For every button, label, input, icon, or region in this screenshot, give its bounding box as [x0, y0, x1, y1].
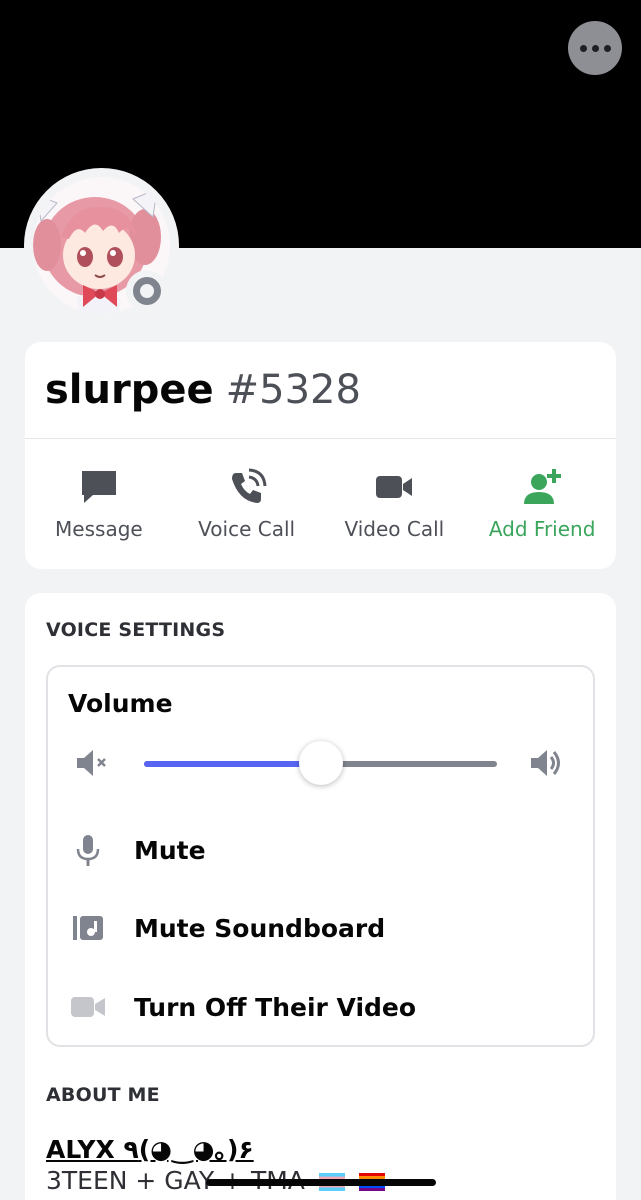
video-camera-icon	[376, 475, 413, 498]
video-camera-icon	[68, 987, 108, 1027]
mute-soundboard-option[interactable]: Mute Soundboard	[48, 900, 593, 956]
username-row: slurpee #5328	[25, 342, 616, 439]
microphone-icon-svg	[76, 835, 100, 866]
soundboard-icon-svg	[73, 916, 103, 940]
volume-slider[interactable]	[144, 741, 497, 785]
volume-slider-thumb[interactable]	[298, 741, 343, 785]
mute-soundboard-label: Mute Soundboard	[134, 913, 386, 943]
volume-label: Volume	[68, 689, 173, 718]
about-me-name: ALYX ٩(◕‿◕｡)۶	[46, 1135, 254, 1164]
profile-card: slurpee #5328 Message Voice Call Video C…	[25, 342, 616, 569]
home-indicator[interactable]	[206, 1179, 436, 1186]
discriminator: #5328	[225, 367, 361, 413]
soundboard-icon	[68, 908, 108, 948]
speaker-muted-icon[interactable]	[74, 745, 110, 781]
mute-option[interactable]: Mute	[48, 822, 593, 878]
message-label: Message	[55, 516, 143, 541]
message-button[interactable]: Message	[25, 439, 173, 568]
video-camera-icon-svg	[71, 997, 105, 1017]
more-icon	[579, 44, 587, 52]
more-icon-dot	[591, 44, 599, 52]
turn-off-video-option[interactable]: Turn Off Their Video	[48, 979, 593, 1035]
about-me-heading: ABOUT ME	[46, 1084, 160, 1106]
mute-label: Mute	[134, 835, 206, 865]
microphone-icon	[68, 830, 108, 870]
settings-card: VOICE SETTINGS Volume Mute Mute Soundboa…	[25, 593, 616, 1200]
offline-ring	[133, 277, 161, 305]
voice-call-label: Voice Call	[198, 516, 296, 541]
status-indicator-offline	[126, 270, 168, 312]
person-add-icon	[524, 468, 562, 504]
voice-call-button[interactable]: Voice Call	[173, 439, 321, 568]
chat-bubble-icon	[81, 470, 116, 503]
add-friend-button[interactable]: Add Friend	[468, 439, 616, 568]
voice-settings-heading: VOICE SETTINGS	[46, 619, 226, 641]
more-icon-dot	[603, 44, 611, 52]
turn-off-video-label: Turn Off Their Video	[134, 992, 417, 1022]
username: slurpee	[45, 367, 214, 413]
volume-slider-fill	[144, 761, 321, 767]
phone-call-icon	[231, 468, 267, 503]
voice-settings-box: Volume Mute Mute Soundboard Turn Off The…	[46, 665, 595, 1047]
avatar[interactable]	[24, 168, 179, 323]
more-options-button[interactable]	[568, 21, 622, 75]
profile-actions: Message Voice Call Video Call Add Friend	[25, 439, 616, 568]
speaker-loud-icon[interactable]	[528, 745, 564, 781]
video-call-label: Video Call	[344, 516, 445, 541]
video-call-button[interactable]: Video Call	[321, 439, 469, 568]
add-friend-label: Add Friend	[488, 516, 596, 541]
